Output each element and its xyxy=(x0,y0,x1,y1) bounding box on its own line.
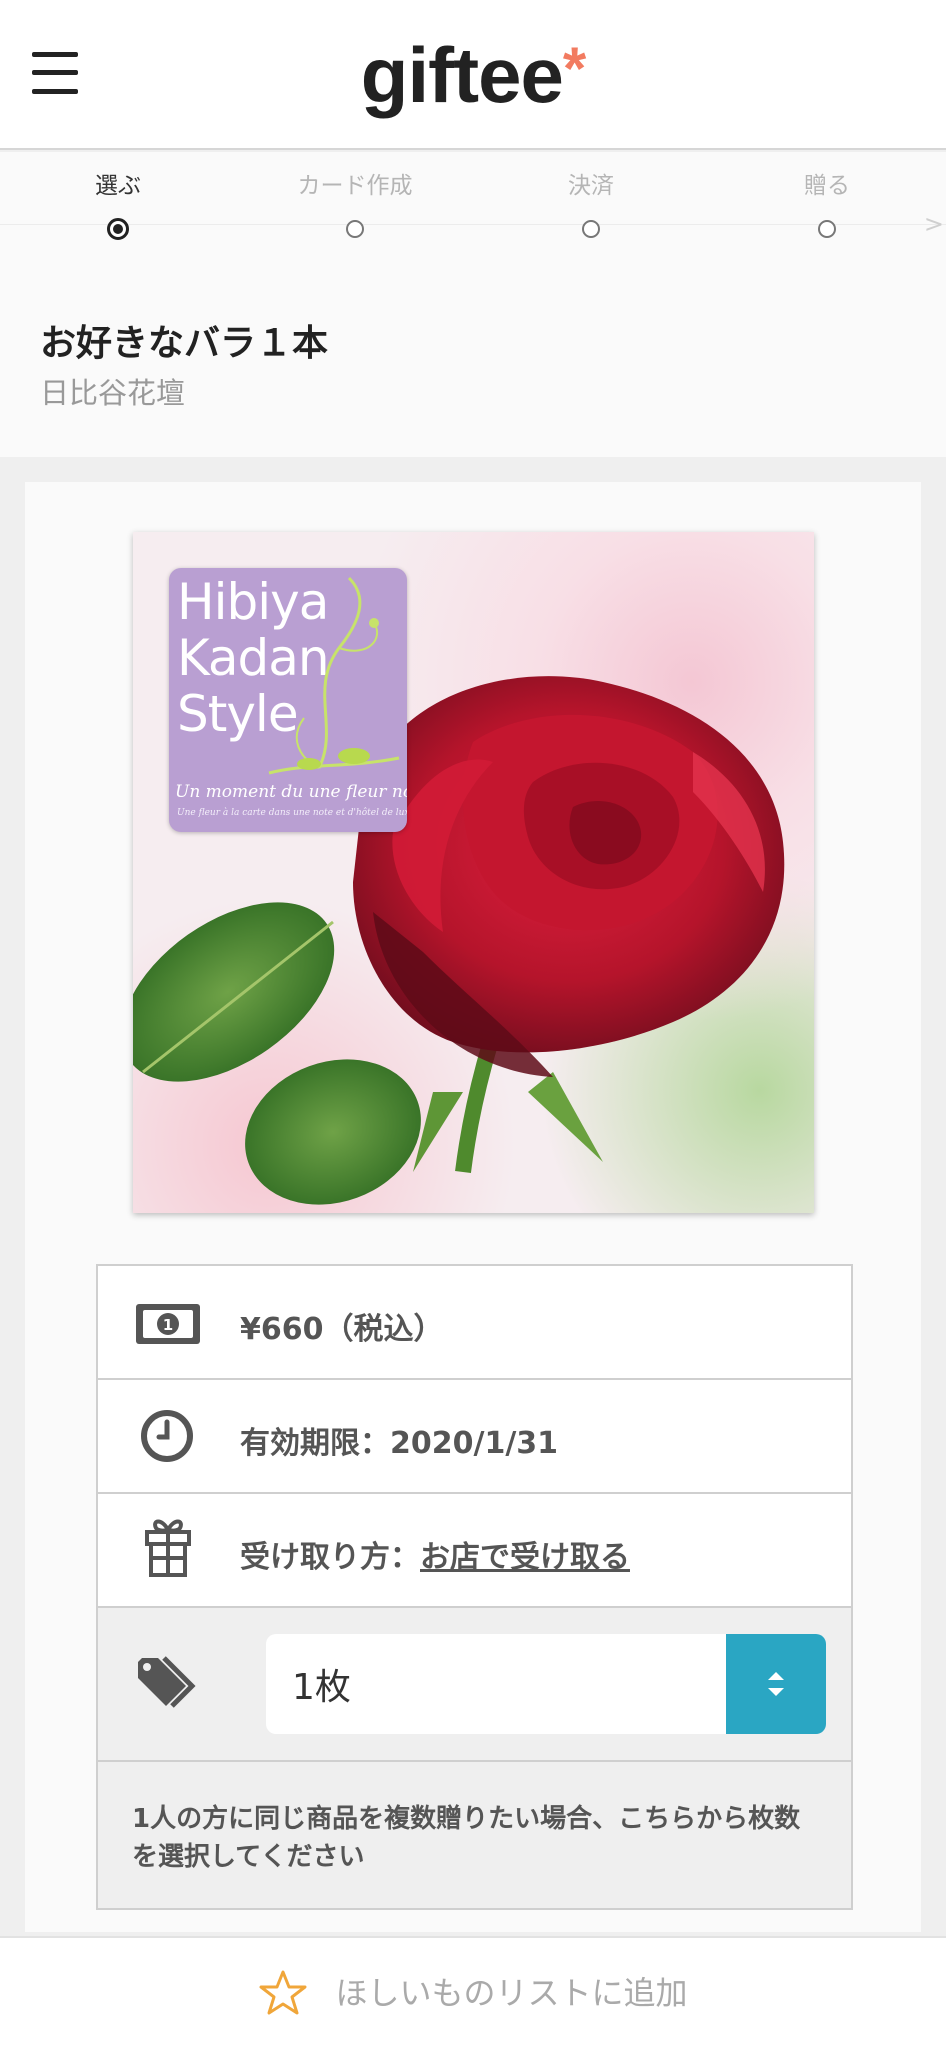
add-to-wishlist-button[interactable]: ほしいものリストに追加 xyxy=(0,1936,946,2048)
price-row: 1 ¥660（税込） xyxy=(98,1266,851,1380)
step-card-create: カード作成 xyxy=(265,166,445,238)
step-indicator-active xyxy=(107,218,129,240)
price-text: ¥660（税込） xyxy=(240,1312,444,1347)
shop-name: 日比谷花壇 xyxy=(40,376,186,410)
tags-icon xyxy=(138,1656,196,1708)
expiry-text: 有効期限：2020/1/31 xyxy=(240,1426,559,1461)
quantity-select[interactable]: 1枚 xyxy=(266,1634,826,1734)
quantity-note-row: 1人の方に同じ商品を複数贈りたい場合、こちらから枚数を選択してください xyxy=(98,1762,851,1908)
giftee-logo[interactable]: giftee* xyxy=(0,30,946,120)
quantity-select-button[interactable] xyxy=(726,1634,826,1734)
svg-text:1: 1 xyxy=(163,1316,173,1334)
product-title: お好きなバラ１本 xyxy=(40,323,329,364)
product-header: お好きなバラ１本 日比谷花壇 xyxy=(0,252,946,457)
step-select: 選ぶ xyxy=(28,166,208,240)
step-payment: 決済 xyxy=(501,166,681,238)
chevron-right-icon: > xyxy=(923,210,944,238)
expiry-row: 有効期限：2020/1/31 xyxy=(98,1380,851,1494)
quantity-row: 1枚 xyxy=(98,1608,851,1762)
clock-icon xyxy=(141,1410,193,1462)
hibiya-kadan-style-logo: Hibiya Kadan Style Un moment du une fleu… xyxy=(169,568,407,832)
progress-steps: 選ぶ カード作成 決済 贈る > xyxy=(0,152,946,252)
gift-icon xyxy=(145,1519,191,1577)
app-header: giftee* xyxy=(0,0,946,150)
star-icon xyxy=(259,1970,307,2014)
step-indicator xyxy=(346,220,364,238)
receive-method-text: 受け取り方：お店で受け取る xyxy=(240,1540,630,1575)
money-bill-icon: 1 xyxy=(136,1304,200,1344)
step-indicator xyxy=(818,220,836,238)
step-indicator xyxy=(582,220,600,238)
quantity-value: 1枚 xyxy=(292,1667,351,1708)
receive-at-store-link[interactable]: お店で受け取る xyxy=(420,1540,630,1575)
select-arrows-icon xyxy=(768,1672,784,1696)
quantity-note: 1人の方に同じ商品を複数贈りたい場合、こちらから枚数を選択してください xyxy=(132,1804,801,1872)
product-image-rose: Hibiya Kadan Style Un moment du une fleu… xyxy=(133,532,814,1213)
step-send: 贈る xyxy=(737,166,917,238)
receive-method-row: 受け取り方：お店で受け取る xyxy=(98,1494,851,1608)
wishlist-label: ほしいものリストに追加 xyxy=(335,1973,688,2012)
product-info-table: 1 ¥660（税込） 有効期限：2020/1/31 受け取り方：お店で受け取る xyxy=(96,1264,853,1910)
